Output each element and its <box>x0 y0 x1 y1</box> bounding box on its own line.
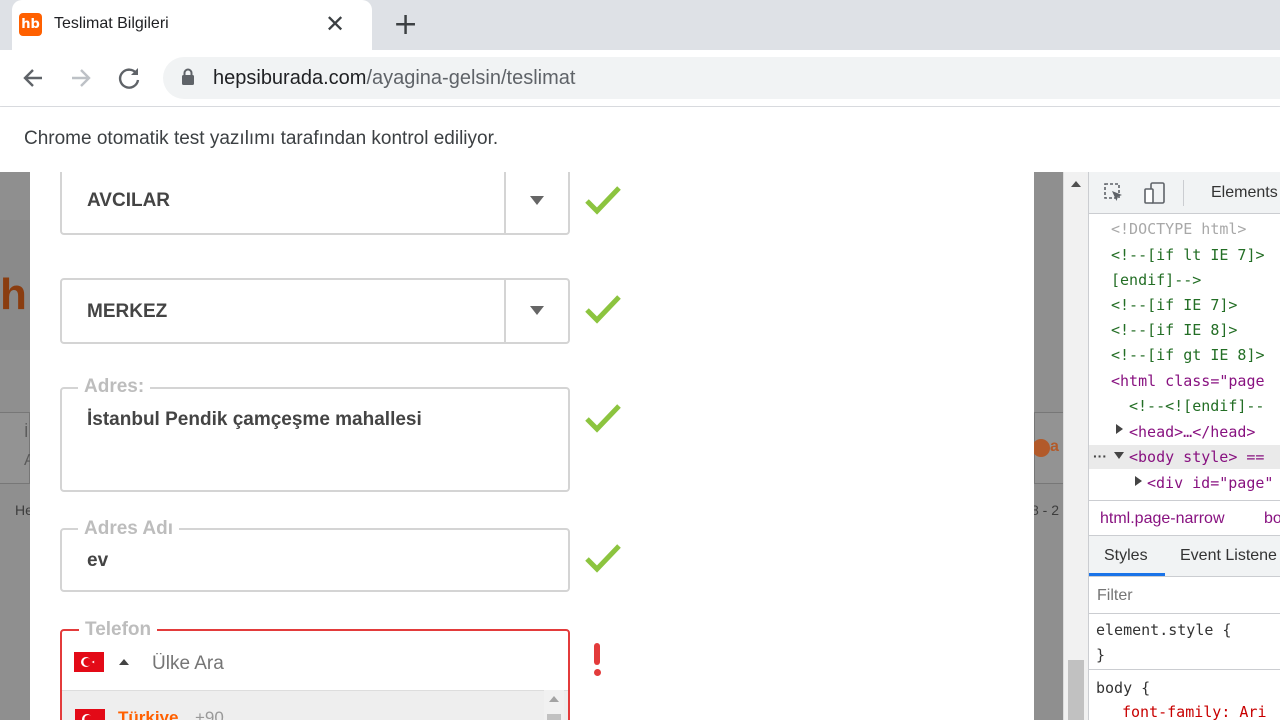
dom-line[interactable]: <!--<![endif]-- <box>1129 397 1264 415</box>
dom-line[interactable]: <div id="page" <box>1147 474 1273 492</box>
background-brand-text: a <box>1050 438 1059 455</box>
chevron-down-icon[interactable] <box>530 196 544 205</box>
back-arrow-icon[interactable] <box>17 62 49 94</box>
dom-line[interactable]: <!--[if IE 8]> <box>1111 321 1237 339</box>
address-label: Adres: <box>78 376 151 398</box>
style-rule-line[interactable]: font-family: Ari <box>1122 703 1267 721</box>
active-tab-indicator <box>1089 573 1165 576</box>
select-divider <box>504 280 506 342</box>
tab-event-listeners[interactable]: Event Listene <box>1180 547 1277 565</box>
check-icon <box>585 186 621 215</box>
address-name-value: ev <box>87 550 109 571</box>
background-card <box>0 412 30 484</box>
check-icon <box>585 295 621 324</box>
dom-line[interactable]: <!--[if IE 7]> <box>1111 296 1237 314</box>
country-option-name[interactable]: Türkiye <box>118 708 178 720</box>
style-rule-line[interactable]: element.style { <box>1096 621 1231 639</box>
expand-triangle-icon[interactable] <box>1116 424 1123 434</box>
devtools-panel: Elements <!DOCTYPE html> <!--[if lt IE 7… <box>1088 172 1280 721</box>
more-icon[interactable]: ··· <box>1093 448 1107 464</box>
url-host: hepsiburada.com <box>213 67 367 89</box>
caret-up-icon[interactable] <box>119 659 129 665</box>
dom-line[interactable]: <body style> == <box>1129 448 1264 466</box>
district-value: AVCILAR <box>87 190 171 211</box>
style-rule-line[interactable]: body { <box>1096 679 1150 697</box>
collapse-triangle-icon[interactable] <box>1114 452 1124 459</box>
hepsiburada-favicon-icon: hb <box>19 13 42 36</box>
background-text-i: İ <box>24 424 29 441</box>
forward-arrow-icon[interactable] <box>65 62 97 94</box>
new-tab-icon[interactable]: + <box>393 9 418 41</box>
url-path: /ayagina-gelsin/teslimat <box>366 67 576 89</box>
breadcrumb-body[interactable]: bo <box>1264 510 1280 528</box>
style-divider <box>1089 669 1280 670</box>
tab-close-icon[interactable]: ✕ <box>325 11 345 37</box>
check-icon <box>585 404 621 433</box>
address-value: İstanbul Pendik çamçeşme mahallesi <box>87 409 422 430</box>
tab-elements[interactable]: Elements <box>1211 184 1278 202</box>
inspect-element-icon[interactable] <box>1103 182 1125 204</box>
dom-line[interactable]: <head>…</head> <box>1129 423 1255 441</box>
scrollbar-thumb[interactable] <box>547 714 561 720</box>
device-toolbar-icon[interactable] <box>1143 181 1167 205</box>
delivery-form-modal: AVCILAR MERKEZ İstanbul Pendik çamçeşme … <box>30 172 1034 720</box>
page-scrollbar[interactable] <box>1063 172 1089 720</box>
phone-label: Telefon <box>79 619 158 641</box>
dom-line[interactable]: <!--[if gt IE 8]> <box>1111 346 1265 364</box>
dom-line[interactable]: <html class="page <box>1111 372 1265 390</box>
scroll-up-icon[interactable] <box>549 696 559 702</box>
dom-line[interactable]: <!--[if lt IE 7]> <box>1111 246 1265 264</box>
background-logo-fragment: h <box>0 270 27 319</box>
check-icon <box>585 544 621 573</box>
address-name-label: Adres Adı <box>78 518 180 540</box>
chevron-down-icon[interactable] <box>530 306 544 315</box>
country-option-code: +90 <box>195 708 224 720</box>
dom-line[interactable]: <!DOCTYPE html> <box>1111 220 1246 238</box>
address-textarea[interactable]: İstanbul Pendik çamçeşme mahallesi <box>60 387 570 492</box>
turkey-flag-icon[interactable] <box>74 652 104 672</box>
page-viewport: h İ A He a 8 - 2 AVCILAR MERKEZ İstanbul… <box>0 172 1063 720</box>
scrollbar-thumb[interactable] <box>1068 660 1084 720</box>
tab-title: Teslimat Bilgileri <box>54 15 169 32</box>
neighborhood-select[interactable]: MERKEZ <box>60 278 570 344</box>
style-rule-line: } <box>1096 646 1106 664</box>
dom-line[interactable]: [endif]--> <box>1111 271 1201 289</box>
breadcrumb-html[interactable]: html.page-narrow <box>1100 510 1225 528</box>
expand-triangle-icon[interactable] <box>1135 476 1142 486</box>
dropdown-scrollbar[interactable] <box>544 690 564 720</box>
infobar-text: Chrome otomatik test yazılımı tarafından… <box>24 128 499 149</box>
reload-icon[interactable] <box>113 62 145 94</box>
scroll-up-icon[interactable] <box>1071 181 1081 187</box>
url-text[interactable]: hepsiburada.com/ayagina-gelsin/teslimat <box>213 67 575 90</box>
tab-styles[interactable]: Styles <box>1104 547 1148 565</box>
filter-input[interactable] <box>1095 582 1279 610</box>
lock-icon[interactable] <box>181 68 195 86</box>
toolbar-divider <box>1183 180 1184 206</box>
district-select[interactable]: AVCILAR <box>60 172 570 235</box>
turkey-flag-icon <box>75 709 105 720</box>
country-search-input[interactable] <box>150 648 534 680</box>
background-brand-icon <box>1032 439 1050 457</box>
neighborhood-value: MERKEZ <box>87 301 168 322</box>
background-text-num: 8 - 2 <box>1031 502 1060 518</box>
select-divider <box>504 172 506 233</box>
error-icon <box>593 643 601 676</box>
